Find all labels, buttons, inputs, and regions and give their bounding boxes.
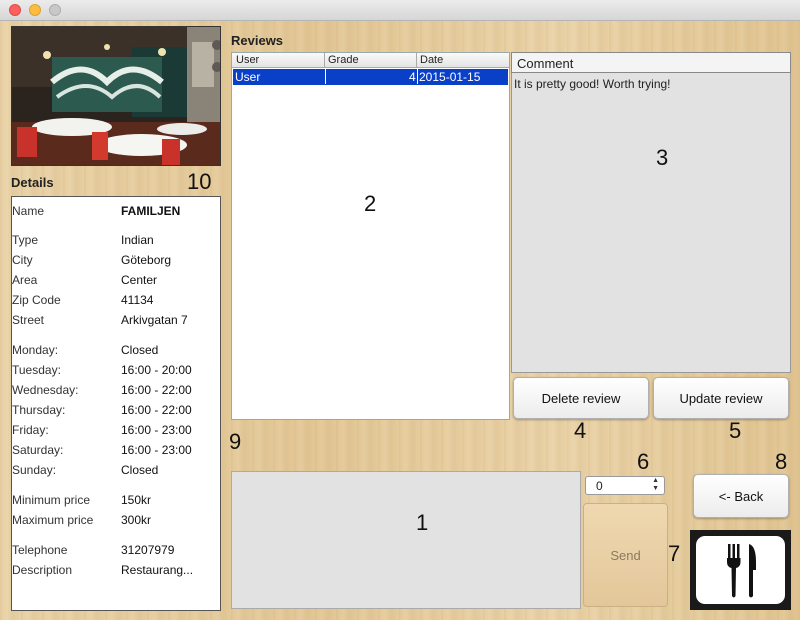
- detail-value: Closed: [121, 343, 159, 357]
- column-divider: [324, 53, 325, 68]
- detail-label: Minimum price: [12, 493, 91, 507]
- detail-label: Sunday:: [12, 463, 57, 477]
- close-window-icon[interactable]: [9, 4, 21, 16]
- restaurant-logo: [690, 530, 791, 610]
- detail-label: Friday:: [12, 423, 49, 437]
- marker-3: 3: [656, 145, 669, 170]
- update-review-button[interactable]: Update review: [653, 377, 789, 419]
- detail-label: Monday:: [12, 343, 59, 357]
- detail-label: Zip Code: [12, 293, 61, 307]
- column-header-grade[interactable]: Grade: [328, 54, 359, 66]
- maximize-window-icon[interactable]: [49, 4, 61, 16]
- delete-review-button[interactable]: Delete review: [513, 377, 649, 419]
- detail-label: Tuesday:: [12, 363, 61, 377]
- detail-row-saturday: Saturday: 16:00 - 23:00: [12, 443, 220, 459]
- detail-label: Wednesday:: [12, 383, 79, 397]
- marker-2: 2: [364, 191, 377, 216]
- detail-value: 16:00 - 23:00: [121, 443, 192, 457]
- column-divider: [416, 53, 417, 68]
- column-header-date[interactable]: Date: [420, 54, 443, 66]
- detail-row-name: Name FAMILJEN: [12, 204, 220, 220]
- marker-5: 5: [729, 418, 742, 443]
- detail-row-sunday: Sunday: Closed: [12, 463, 220, 479]
- cell-date-divider: [417, 69, 418, 84]
- detail-value: 16:00 - 20:00: [121, 363, 192, 377]
- minimize-window-icon[interactable]: [29, 4, 41, 16]
- marker-9: 9: [229, 429, 242, 454]
- detail-row-tuesday: Tuesday: 16:00 - 20:00: [12, 363, 220, 379]
- detail-value: 300kr: [121, 513, 152, 527]
- restaurant-photo: [11, 26, 221, 166]
- detail-label: Description: [12, 563, 73, 577]
- detail-value: 31207979: [121, 543, 175, 557]
- reviews-table-header: User Grade Date: [232, 53, 509, 68]
- detail-label: Name: [12, 204, 45, 218]
- marker-10: 10: [187, 169, 212, 194]
- detail-label: Maximum price: [12, 513, 94, 527]
- detail-value: Göteborg: [121, 253, 172, 267]
- restaurant-photo-image: [12, 27, 220, 165]
- cell-grade-divider: [325, 69, 417, 84]
- detail-row-max-price: Maximum price 300kr: [12, 513, 220, 529]
- review-input[interactable]: [231, 471, 581, 609]
- cell-user: User: [235, 70, 261, 84]
- detail-label: City: [12, 253, 33, 267]
- back-button[interactable]: <- Back: [693, 474, 789, 518]
- detail-value: Indian: [121, 233, 154, 247]
- detail-value: 16:00 - 22:00: [121, 403, 192, 417]
- detail-value: FAMILJEN: [121, 204, 181, 218]
- send-button[interactable]: Send: [583, 503, 668, 607]
- cell-date: 2015-01-15: [419, 70, 481, 84]
- grade-spinner-value: 0: [596, 479, 603, 493]
- detail-row-type: Type Indian: [12, 233, 220, 249]
- detail-label: Telephone: [12, 543, 68, 557]
- detail-row-wednesday: Wednesday: 16:00 - 22:00: [12, 383, 220, 399]
- column-header-user[interactable]: User: [236, 54, 259, 66]
- details-panel: Name FAMILJEN Type Indian City Göteborg …: [11, 196, 221, 611]
- fork-knife-icon: [727, 544, 756, 598]
- title-bar: [0, 0, 800, 21]
- detail-value: 41134: [121, 293, 154, 307]
- marker-1: 1: [416, 510, 429, 535]
- detail-row-description: Description Restaurang...: [12, 563, 220, 579]
- detail-value: Closed: [121, 463, 159, 477]
- detail-row-area: Area Center: [12, 273, 220, 289]
- detail-row-zip: Zip Code 41134: [12, 293, 220, 309]
- detail-label: Street: [12, 313, 45, 327]
- grade-spinner[interactable]: 0 ▲ ▼: [585, 476, 665, 495]
- comment-textarea[interactable]: It is pretty good! Worth trying!: [511, 73, 791, 373]
- detail-value: Restaurang...: [121, 563, 194, 577]
- comment-text: It is pretty good! Worth trying!: [514, 77, 671, 91]
- detail-row-telephone: Telephone 31207979: [12, 543, 220, 559]
- table-row[interactable]: User 4 2015-01-15: [233, 69, 508, 85]
- logo-background: [696, 536, 785, 604]
- detail-row-street: Street Arkivgatan 7: [12, 313, 220, 329]
- comment-header: Comment: [511, 52, 791, 73]
- marker-7: 7: [668, 541, 681, 566]
- detail-value: Center: [121, 273, 158, 287]
- marker-8: 8: [775, 449, 788, 474]
- detail-value: 16:00 - 23:00: [121, 423, 192, 437]
- detail-label: Saturday:: [12, 443, 64, 457]
- marker-6: 6: [637, 449, 650, 474]
- reviews-table[interactable]: User Grade Date User 4 2015-01-15: [231, 52, 510, 420]
- detail-value: 16:00 - 22:00: [121, 383, 192, 397]
- detail-label: Area: [12, 273, 38, 287]
- cell-grade: 4: [409, 70, 416, 84]
- detail-row-min-price: Minimum price 150kr: [12, 493, 220, 509]
- details-title: Details: [11, 175, 54, 190]
- detail-row-thursday: Thursday: 16:00 - 22:00: [12, 403, 220, 419]
- marker-4: 4: [574, 418, 587, 443]
- detail-row-friday: Friday: 16:00 - 23:00: [12, 423, 220, 439]
- detail-value: 150kr: [121, 493, 152, 507]
- detail-row-monday: Monday: Closed: [12, 343, 220, 359]
- detail-label: Type: [12, 233, 39, 247]
- detail-label: Thursday:: [12, 403, 66, 417]
- spinner-arrows-icon[interactable]: ▲ ▼: [652, 477, 659, 493]
- reviews-title: Reviews: [231, 33, 284, 48]
- detail-value: Arkivgatan 7: [121, 313, 188, 327]
- detail-row-city: City Göteborg: [12, 253, 220, 269]
